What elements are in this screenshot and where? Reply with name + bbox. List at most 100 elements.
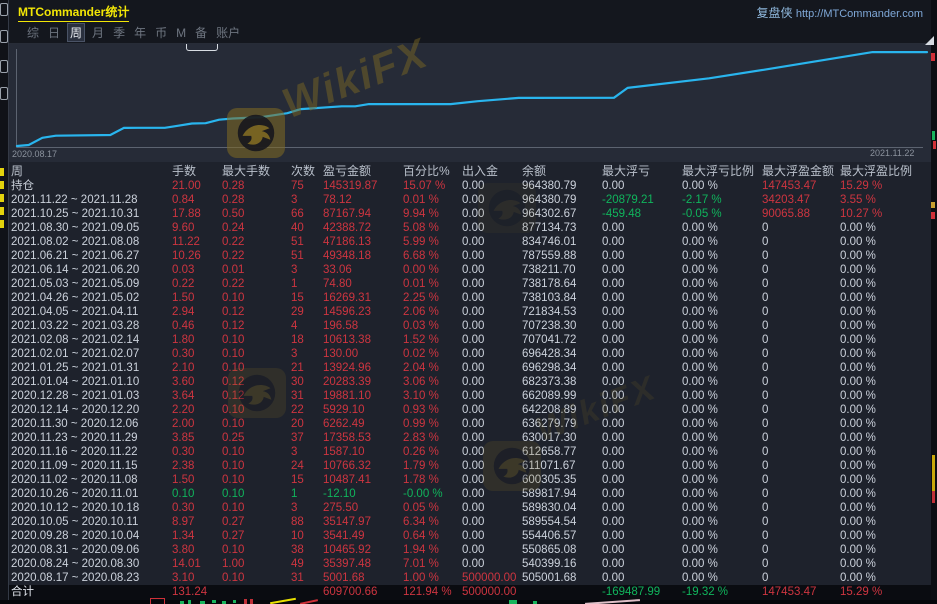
cell-balance: 611071.67 xyxy=(522,459,602,473)
cell-max-lots: 0.12 xyxy=(222,389,291,403)
cell-max-float-loss-pct: 0.00 % xyxy=(682,431,762,445)
table-row[interactable]: 2020.12.28 ~ 2021.01.033.640.123119881.1… xyxy=(9,389,932,403)
table-row[interactable]: 2021.06.21 ~ 2021.06.2710.260.225149348.… xyxy=(9,249,932,263)
cell-pnl: 5929.10 xyxy=(323,403,403,417)
table-row[interactable]: 2020.08.17 ~ 2020.08.233.100.10315001.68… xyxy=(9,571,932,585)
cell-period: 2021.08.30 ~ 2021.09.05 xyxy=(11,221,172,235)
table-row[interactable]: 2020.11.16 ~ 2020.11.220.300.1031587.100… xyxy=(9,445,932,459)
table-row[interactable]: 2021.04.26 ~ 2021.05.021.500.101516269.3… xyxy=(9,291,932,305)
cell-period: 2021.04.05 ~ 2021.04.11 xyxy=(11,305,172,319)
table-row[interactable]: 2020.11.09 ~ 2020.11.152.380.102410766.3… xyxy=(9,459,932,473)
cell-pnl-pct: 6.68 % xyxy=(403,249,462,263)
cell-in-out: 0.00 xyxy=(462,557,522,571)
cell-max-float-loss-pct: 0.00 % xyxy=(682,305,762,319)
table-row[interactable]: 2021.04.05 ~ 2021.04.112.940.122914596.2… xyxy=(9,305,932,319)
cell-max-float-loss: 0.00 xyxy=(602,389,682,403)
weekly-stats-table: 周手数最大手数次数盈亏金额百分比%出入金余额最大浮亏最大浮亏比例最大浮盈金额最大… xyxy=(9,163,932,600)
total-row[interactable]: 合计131.24609700.66121.94 %500000.00-16948… xyxy=(9,585,932,600)
table-row[interactable]: 2021.05.03 ~ 2021.05.090.220.22174.800.0… xyxy=(9,277,932,291)
cell-lots: 2.20 xyxy=(172,403,222,417)
table-row[interactable]: 持仓21.000.2875145319.8715.07 %0.00964380.… xyxy=(9,179,932,193)
background-artifact xyxy=(0,168,4,176)
cell-pnl: 35147.97 xyxy=(323,515,403,529)
background-artifact xyxy=(932,131,935,140)
menu-item-备[interactable]: 备 xyxy=(193,23,209,42)
menu-item-月[interactable]: 月 xyxy=(90,23,106,42)
cell-pnl-pct: 5.99 % xyxy=(403,235,462,249)
cell-max-lots: 0.12 xyxy=(222,375,291,389)
cell-max-float-profit: 0 xyxy=(762,291,840,305)
cell-count: 38 xyxy=(291,543,323,557)
cell-period: 2020.10.26 ~ 2020.11.01 xyxy=(11,487,172,501)
cell-pnl: 35397.48 xyxy=(323,557,403,571)
table-row[interactable]: 2020.08.31 ~ 2020.09.063.800.103810465.9… xyxy=(9,543,932,557)
menu-item-季[interactable]: 季 xyxy=(111,23,127,42)
table-row[interactable]: 2021.02.01 ~ 2021.02.070.300.103130.000.… xyxy=(9,347,932,361)
cell-max-float-loss: 0.00 xyxy=(602,571,682,585)
table-row[interactable]: 2020.10.12 ~ 2020.10.180.300.103275.500.… xyxy=(9,501,932,515)
cell-max-float-loss-pct: 0.00 % xyxy=(682,361,762,375)
cell-max-float-loss-pct: 0.00 % xyxy=(682,487,762,501)
cell-max-lots: 0.12 xyxy=(222,305,291,319)
background-toolbar-button xyxy=(0,87,8,100)
balance-line xyxy=(17,52,927,146)
cell-in-out: 0.00 xyxy=(462,375,522,389)
cell-max-float-loss: 0.00 xyxy=(602,417,682,431)
cell-max-lots: 0.10 xyxy=(222,445,291,459)
cell-count: 37 xyxy=(291,431,323,445)
cell-balance: 589830.04 xyxy=(522,501,602,515)
table-row[interactable]: 2020.09.28 ~ 2020.10.041.340.27103541.49… xyxy=(9,529,932,543)
cell-max-float-loss-pct: 0.00 % xyxy=(682,445,762,459)
cell-max-float-loss: 0.00 xyxy=(602,501,682,515)
menu-item-M[interactable]: M xyxy=(174,25,188,41)
table-row[interactable]: 2020.11.02 ~ 2020.11.081.500.101510487.4… xyxy=(9,473,932,487)
menu-item-币[interactable]: 币 xyxy=(153,23,169,42)
menu-item-综[interactable]: 综 xyxy=(25,23,41,42)
cell-pnl: 20283.39 xyxy=(323,375,403,389)
table-row[interactable]: 2021.01.04 ~ 2021.01.103.600.123020283.3… xyxy=(9,375,932,389)
table-row[interactable]: 2021.08.30 ~ 2021.09.059.600.244042388.7… xyxy=(9,221,932,235)
table-row[interactable]: 2021.06.14 ~ 2021.06.200.030.01333.060.0… xyxy=(9,263,932,277)
table-row[interactable]: 2020.12.14 ~ 2020.12.202.200.10225929.10… xyxy=(9,403,932,417)
cell-in-out: 0.00 xyxy=(462,487,522,501)
cell-max-float-profit: 0 xyxy=(762,571,840,585)
titlebar[interactable]: MTCommander统计 复盘侠 http://MTCommander.com xyxy=(9,0,931,22)
cell-pnl: 13924.96 xyxy=(323,361,403,375)
cell-max-float-profit-pct: 0.00 % xyxy=(840,431,932,445)
table-row[interactable]: 2021.11.22 ~ 2021.11.280.840.28378.120.0… xyxy=(9,193,932,207)
menu-item-周[interactable]: 周 xyxy=(67,23,85,42)
table-row[interactable]: 2021.01.25 ~ 2021.01.312.100.102113924.9… xyxy=(9,361,932,375)
background-artifact xyxy=(931,202,935,208)
cell-pnl: 42388.72 xyxy=(323,221,403,235)
table-row[interactable]: 2020.10.26 ~ 2020.11.010.100.101-12.10-0… xyxy=(9,487,932,501)
cell-max-float-profit: 0 xyxy=(762,557,840,571)
cell-pnl: 74.80 xyxy=(323,277,403,291)
table-row[interactable]: 2021.03.22 ~ 2021.03.280.460.124196.580.… xyxy=(9,319,932,333)
cell-max-lots: 0.22 xyxy=(222,277,291,291)
cell-count: 10 xyxy=(291,529,323,543)
table-row[interactable]: 2021.10.25 ~ 2021.10.3117.880.506687167.… xyxy=(9,207,932,221)
cell-max-float-profit-pct: 0.00 % xyxy=(840,235,932,249)
table-row[interactable]: 2020.10.05 ~ 2020.10.118.970.278835147.9… xyxy=(9,515,932,529)
chart-start-date: 2020.08.17 xyxy=(12,149,57,159)
background-artifact xyxy=(186,44,218,51)
menu-item-账户[interactable]: 账户 xyxy=(214,23,242,42)
cell-balance: 738178.64 xyxy=(522,277,602,291)
cell-balance: 707041.72 xyxy=(522,333,602,347)
cell-pnl: 17358.53 xyxy=(323,431,403,445)
table-row[interactable]: 2021.02.08 ~ 2021.02.141.800.101810613.3… xyxy=(9,333,932,347)
menu-item-年[interactable]: 年 xyxy=(132,23,148,42)
brand-link[interactable]: 复盘侠 http://MTCommander.com xyxy=(756,4,923,21)
table-row[interactable]: 2020.11.30 ~ 2020.12.062.000.10206262.49… xyxy=(9,417,932,431)
menu-item-日[interactable]: 日 xyxy=(46,23,62,42)
cell-lots: 2.00 xyxy=(172,417,222,431)
cell-lots: 1.34 xyxy=(172,529,222,543)
table-row[interactable]: 2021.08.02 ~ 2021.08.0811.220.225147186.… xyxy=(9,235,932,249)
cell-in-out: 0.00 xyxy=(462,333,522,347)
table-row[interactable]: 2020.08.24 ~ 2020.08.3014.011.004935397.… xyxy=(9,557,932,571)
cell-pnl: 609700.66 xyxy=(323,585,403,600)
cell-in-out: 500000.00 xyxy=(462,571,522,585)
cell-max-lots: 0.10 xyxy=(222,403,291,417)
table-row[interactable]: 2020.11.23 ~ 2020.11.293.850.253717358.5… xyxy=(9,431,932,445)
cell-count: 15 xyxy=(291,291,323,305)
